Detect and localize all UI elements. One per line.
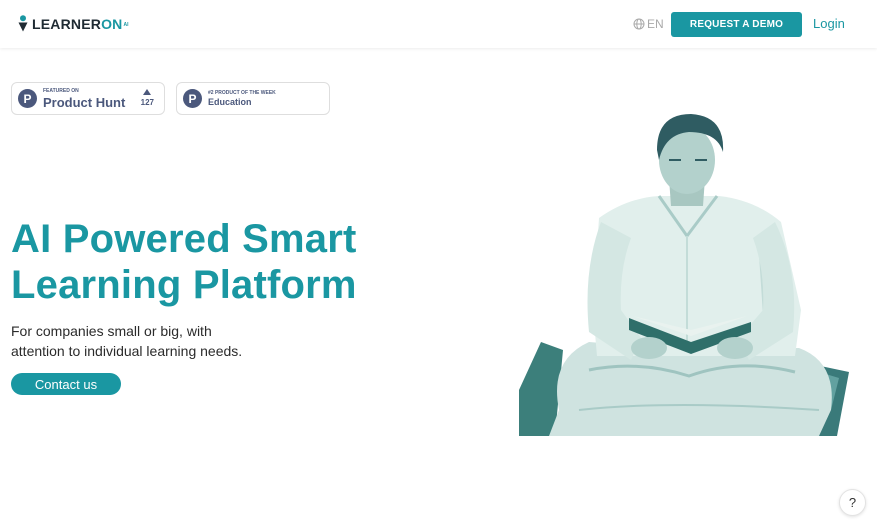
globe-icon bbox=[633, 18, 645, 30]
badge-text: FEATURED ON Product Hunt bbox=[43, 87, 126, 110]
hero-subtitle-line-2: attention to individual learning needs. bbox=[11, 343, 243, 359]
product-hunt-icon: P bbox=[18, 89, 37, 108]
logo-wordmark: LEARNERON bbox=[32, 16, 122, 32]
site-header: LEARNERON AI EN REQUEST A DEMO Login bbox=[0, 0, 877, 48]
hero-title-line-1: AI Powered Smart bbox=[11, 217, 357, 261]
badge-caption: FEATURED ON bbox=[43, 87, 79, 94]
brand-logo[interactable]: LEARNERON AI bbox=[18, 15, 128, 32]
product-hunt-icon: P bbox=[183, 89, 202, 108]
language-label: EN bbox=[647, 17, 664, 31]
upvote-count: 127 bbox=[140, 98, 154, 107]
badge-title: Education bbox=[208, 96, 252, 107]
login-link[interactable]: Login bbox=[813, 16, 845, 31]
product-of-week-badge[interactable]: P #2 PRODUCT OF THE WEEK Education bbox=[176, 82, 330, 115]
logo-accent-text: ON bbox=[101, 15, 123, 32]
hero-subtitle-line-1: For companies small or big, with bbox=[11, 323, 212, 339]
product-hunt-featured-badge[interactable]: P FEATURED ON Product Hunt 127 bbox=[11, 82, 165, 115]
request-demo-button[interactable]: REQUEST A DEMO bbox=[671, 12, 802, 37]
language-selector[interactable]: EN bbox=[633, 17, 664, 31]
help-button[interactable]: ? bbox=[839, 489, 866, 516]
hero-subtitle: For companies small or big, with attenti… bbox=[11, 321, 242, 361]
badge-caption: #2 PRODUCT OF THE WEEK bbox=[208, 89, 276, 96]
logo-sub-text: AI bbox=[123, 22, 129, 28]
hero-title: AI Powered Smart Learning Platform bbox=[11, 216, 357, 308]
badge-text: #2 PRODUCT OF THE WEEK Education bbox=[208, 89, 276, 107]
contact-us-button[interactable]: Contact us bbox=[11, 373, 121, 395]
upvote-icon bbox=[143, 89, 152, 95]
hero-title-line-2: Learning Platform bbox=[11, 263, 357, 307]
hero-reading-man-illustration bbox=[519, 114, 849, 436]
learneron-logo-icon bbox=[18, 15, 28, 32]
upvote-counter: 127 bbox=[141, 89, 154, 107]
badge-title: Product Hunt bbox=[43, 94, 126, 110]
logo-main-text: LEARNER bbox=[32, 15, 102, 32]
